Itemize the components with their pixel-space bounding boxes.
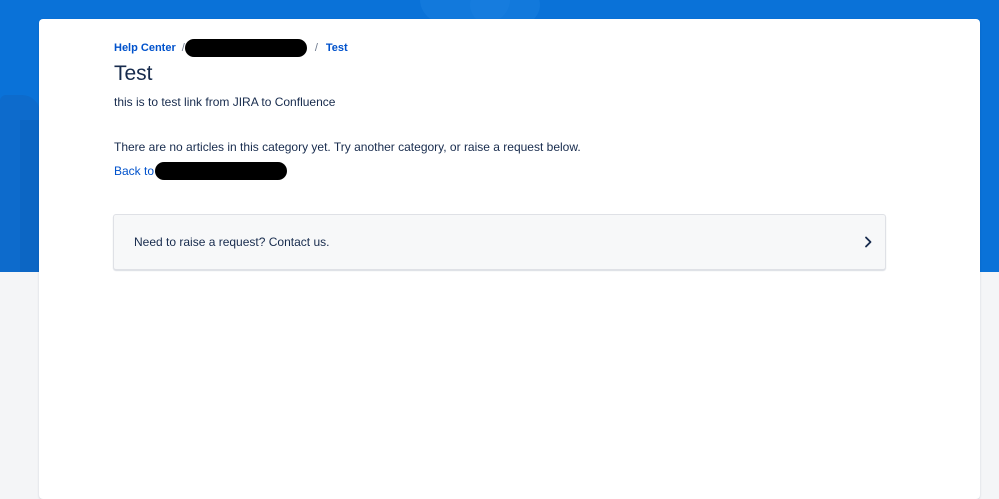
category-description: this is to test link from JIRA to Conflu… bbox=[114, 95, 336, 109]
breadcrumb-home-link[interactable]: Help Center bbox=[114, 42, 176, 54]
page-title: Test bbox=[114, 62, 153, 85]
chevron-right-icon bbox=[863, 236, 873, 248]
breadcrumb: Help Center / / Test bbox=[114, 39, 348, 57]
empty-state-message: There are no articles in this category y… bbox=[114, 140, 581, 154]
breadcrumb-current-link[interactable]: Test bbox=[326, 42, 348, 54]
redacted-back-target bbox=[155, 162, 288, 180]
raise-request-label: Need to raise a request? Contact us. bbox=[134, 235, 330, 249]
raise-request-card[interactable]: Need to raise a request? Contact us. bbox=[113, 214, 886, 270]
breadcrumb-separator: / bbox=[314, 42, 318, 54]
back-link[interactable]: Back to bbox=[114, 162, 288, 180]
back-link-label: Back to bbox=[114, 164, 155, 178]
redacted-breadcrumb-item[interactable] bbox=[184, 39, 307, 57]
main-card: Help Center / / Test Test this is to tes… bbox=[39, 19, 980, 499]
